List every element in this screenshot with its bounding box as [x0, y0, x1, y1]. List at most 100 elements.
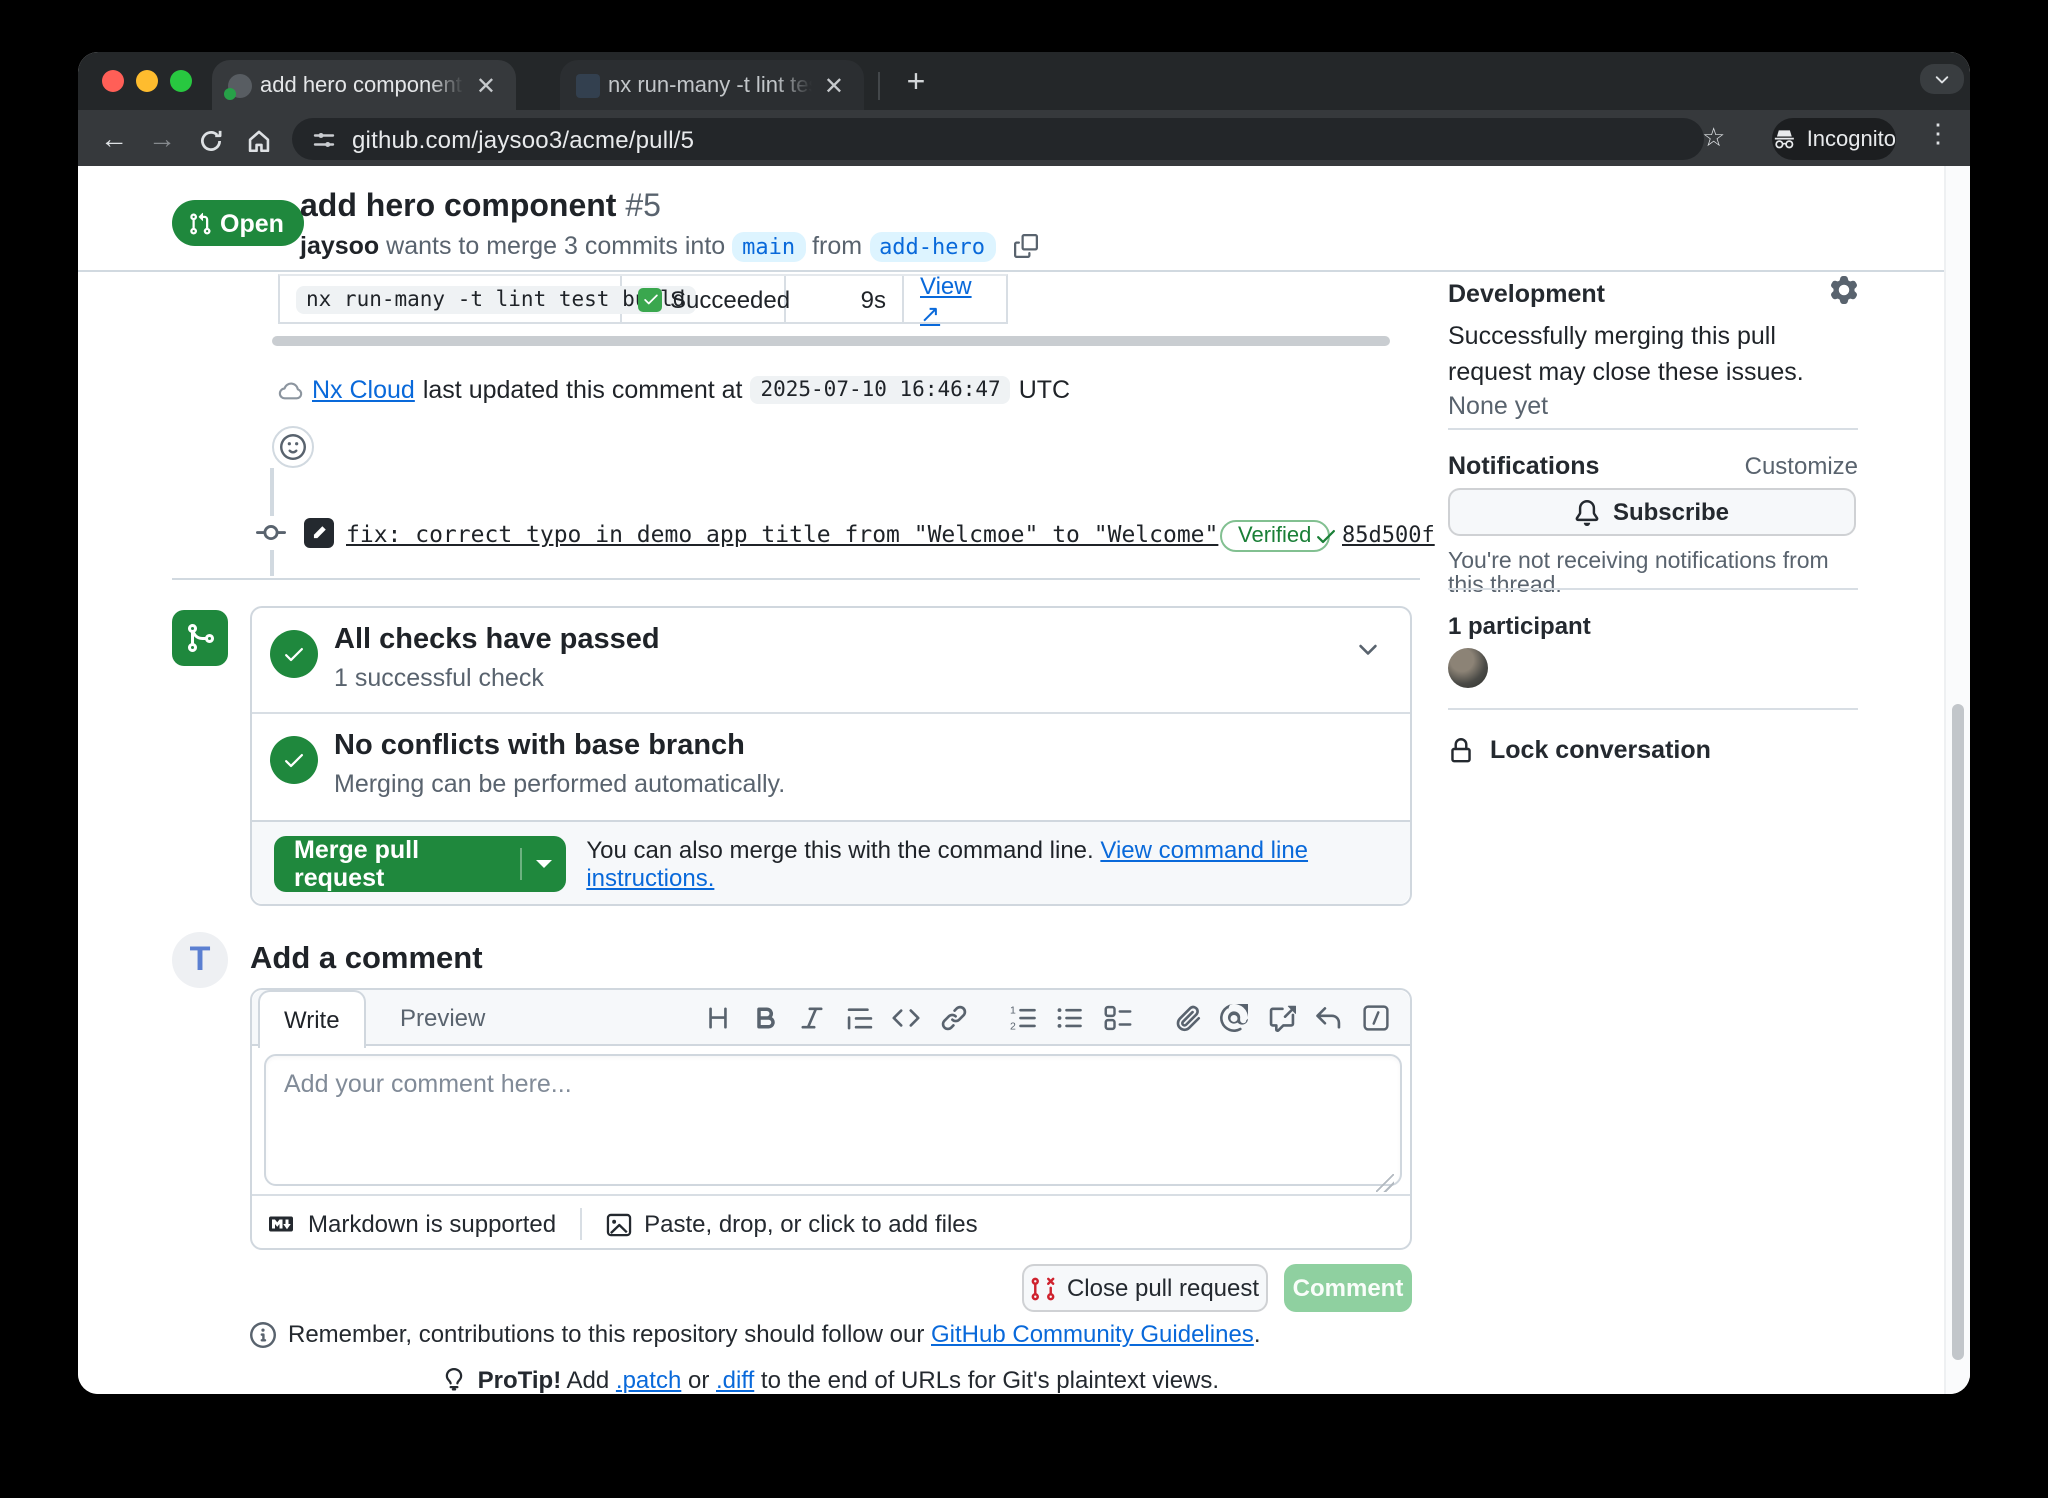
new-tab-button[interactable]: + [894, 62, 938, 106]
pr-author[interactable]: jaysoo [300, 232, 379, 260]
patch-link[interactable]: .patch [616, 1366, 681, 1394]
textarea-resize-handle[interactable] [1376, 1174, 1394, 1192]
markdown-supported-note[interactable]: Markdown is supported [266, 1210, 556, 1238]
view-check-link[interactable]: View ↗ [920, 271, 990, 327]
git-merge-icon [172, 610, 228, 666]
incognito-badge: Incognito [1772, 118, 1896, 160]
commit-sha-link[interactable]: 85d500f [1342, 522, 1435, 548]
timestamp-chip: 2025-07-10 16:46:47 [750, 376, 1010, 404]
bullet-list-icon[interactable] [1055, 1003, 1085, 1033]
close-window-button[interactable] [102, 70, 124, 92]
address-bar[interactable]: github.com/jaysoo3/acme/pull/5 [292, 118, 1704, 160]
expand-checks-icon[interactable] [1354, 636, 1382, 674]
italic-icon[interactable] [797, 1003, 827, 1033]
slash-commands-icon[interactable] [1360, 1003, 1390, 1033]
quote-icon[interactable] [844, 1003, 874, 1033]
bold-icon[interactable] [750, 1003, 780, 1033]
commit-message-link[interactable]: fix: correct typo in demo app title from… [346, 520, 1218, 548]
browser-menu-button[interactable]: ⋮ [1924, 118, 1952, 150]
pr-subtitle-text: wants to merge 3 commits into [379, 232, 732, 260]
svg-text:2: 2 [1009, 1020, 1015, 1032]
tab-nx-run[interactable]: nx run-many -t lint test ... fro ✕ [560, 60, 864, 110]
chevron-down-icon [1932, 69, 1952, 89]
lock-conversation-row[interactable]: Lock conversation [1448, 736, 1858, 764]
check-circle-icon [269, 630, 317, 678]
tab-pull-request[interactable]: add hero component by jayso ✕ [212, 60, 516, 110]
check-job-cell: nx run-many -t lint test build [280, 276, 622, 322]
reload-button[interactable] [186, 122, 234, 154]
subscribe-button[interactable]: Subscribe [1448, 488, 1856, 536]
pr-title-text: add hero component [300, 190, 616, 224]
guidelines-text: Remember, contributions to this reposito… [288, 1320, 1261, 1348]
copy-branch-icon[interactable] [1014, 236, 1038, 264]
check-duration-cell: 9s [786, 276, 904, 322]
nx-cloud-favicon [576, 73, 600, 97]
head-branch-label[interactable]: add-hero [869, 232, 995, 262]
pr-status-badge: Open [172, 200, 304, 246]
back-button[interactable]: ← [90, 122, 138, 154]
minimize-window-button[interactable] [136, 70, 158, 92]
tab-title: nx run-many -t lint test ... fro [608, 73, 812, 97]
caret-down-icon [536, 859, 552, 867]
task-list-icon[interactable] [1102, 1003, 1132, 1033]
checks-passed-subtitle: 1 successful check [334, 664, 544, 692]
cross-reference-icon[interactable] [1266, 1003, 1296, 1033]
gear-icon[interactable] [1830, 276, 1858, 310]
nx-cloud-link[interactable]: Nx Cloud [312, 376, 415, 404]
tab-search-button[interactable] [1920, 64, 1964, 94]
close-tab-icon[interactable]: ✕ [820, 73, 848, 97]
checks-passed-section[interactable]: All checks have passed 1 successful chec… [252, 608, 1410, 714]
page-scrollbar-thumb[interactable] [1951, 704, 1963, 1360]
verified-badge[interactable]: Verified [1220, 520, 1329, 552]
comment-button-label: Comment [1293, 1274, 1404, 1302]
close-tab-icon[interactable]: ✕ [472, 73, 500, 97]
community-guidelines-link[interactable]: GitHub Community Guidelines [931, 1320, 1254, 1348]
no-conflicts-section: No conflicts with base branch Merging ca… [252, 714, 1410, 820]
subscribe-label: Subscribe [1613, 498, 1729, 526]
url-text: github.com/jaysoo3/acme/pull/5 [352, 125, 694, 153]
development-section: Development [1448, 280, 1858, 308]
current-user-avatar[interactable]: T [172, 932, 228, 988]
numbered-list-icon[interactable]: 12 [1008, 1003, 1038, 1033]
zoom-window-button[interactable] [170, 70, 192, 92]
external-arrow-icon: ↗ [920, 299, 940, 327]
diff-link[interactable]: .diff [716, 1366, 754, 1394]
bell-icon [1575, 499, 1601, 525]
bookmark-star-icon[interactable]: ☆ [1702, 122, 1725, 154]
paste-files-note[interactable]: Paste, drop, or click to add files [606, 1210, 978, 1238]
merge-options-dropdown[interactable] [522, 859, 566, 867]
comment-textarea[interactable] [264, 1054, 1402, 1186]
checks-passed-title: All checks have passed [334, 624, 660, 656]
participant-avatar[interactable] [1448, 648, 1488, 688]
commit-author-avatar[interactable] [304, 518, 334, 548]
link-icon[interactable] [938, 1003, 968, 1033]
heading-icon[interactable] [703, 1003, 733, 1033]
no-conflicts-subtitle: Merging can be performed automatically. [334, 770, 785, 798]
reply-icon[interactable] [1313, 1003, 1343, 1033]
home-button[interactable] [234, 122, 282, 154]
tab-write[interactable]: Write [258, 990, 366, 1048]
merge-status-box: All checks have passed 1 successful chec… [250, 606, 1412, 906]
forward-button[interactable]: → [138, 122, 186, 154]
tab-preview[interactable]: Preview [376, 990, 509, 1046]
table-horizontal-scrollbar[interactable] [272, 336, 1390, 346]
check-status: Succeeded [670, 285, 790, 313]
site-settings-icon[interactable] [312, 127, 336, 151]
cmdline-text: You can also merge this with the command… [586, 835, 1100, 863]
customize-link[interactable]: Customize [1745, 452, 1858, 480]
comment-button[interactable]: Comment [1284, 1264, 1412, 1312]
git-pull-request-closed-icon [1031, 1275, 1057, 1301]
merge-pull-request-button[interactable]: Merge pull request [274, 835, 566, 891]
attach-file-icon[interactable] [1172, 1003, 1202, 1033]
git-commit-icon [254, 516, 288, 550]
code-icon[interactable] [891, 1003, 921, 1033]
close-pull-request-button[interactable]: Close pull request [1022, 1264, 1268, 1312]
browser-toolbar: ← → github.com/jaysoo3/acme/pull/5 ☆ Inc… [78, 110, 1970, 166]
base-branch-label[interactable]: main [732, 232, 805, 262]
notifications-section: Notifications Customize [1448, 452, 1858, 480]
mention-icon[interactable] [1219, 1003, 1249, 1033]
white-check-mark-icon [638, 287, 662, 311]
sidebar-divider [1448, 708, 1858, 710]
check-icon [1314, 522, 1338, 558]
add-reaction-button[interactable] [272, 426, 314, 468]
